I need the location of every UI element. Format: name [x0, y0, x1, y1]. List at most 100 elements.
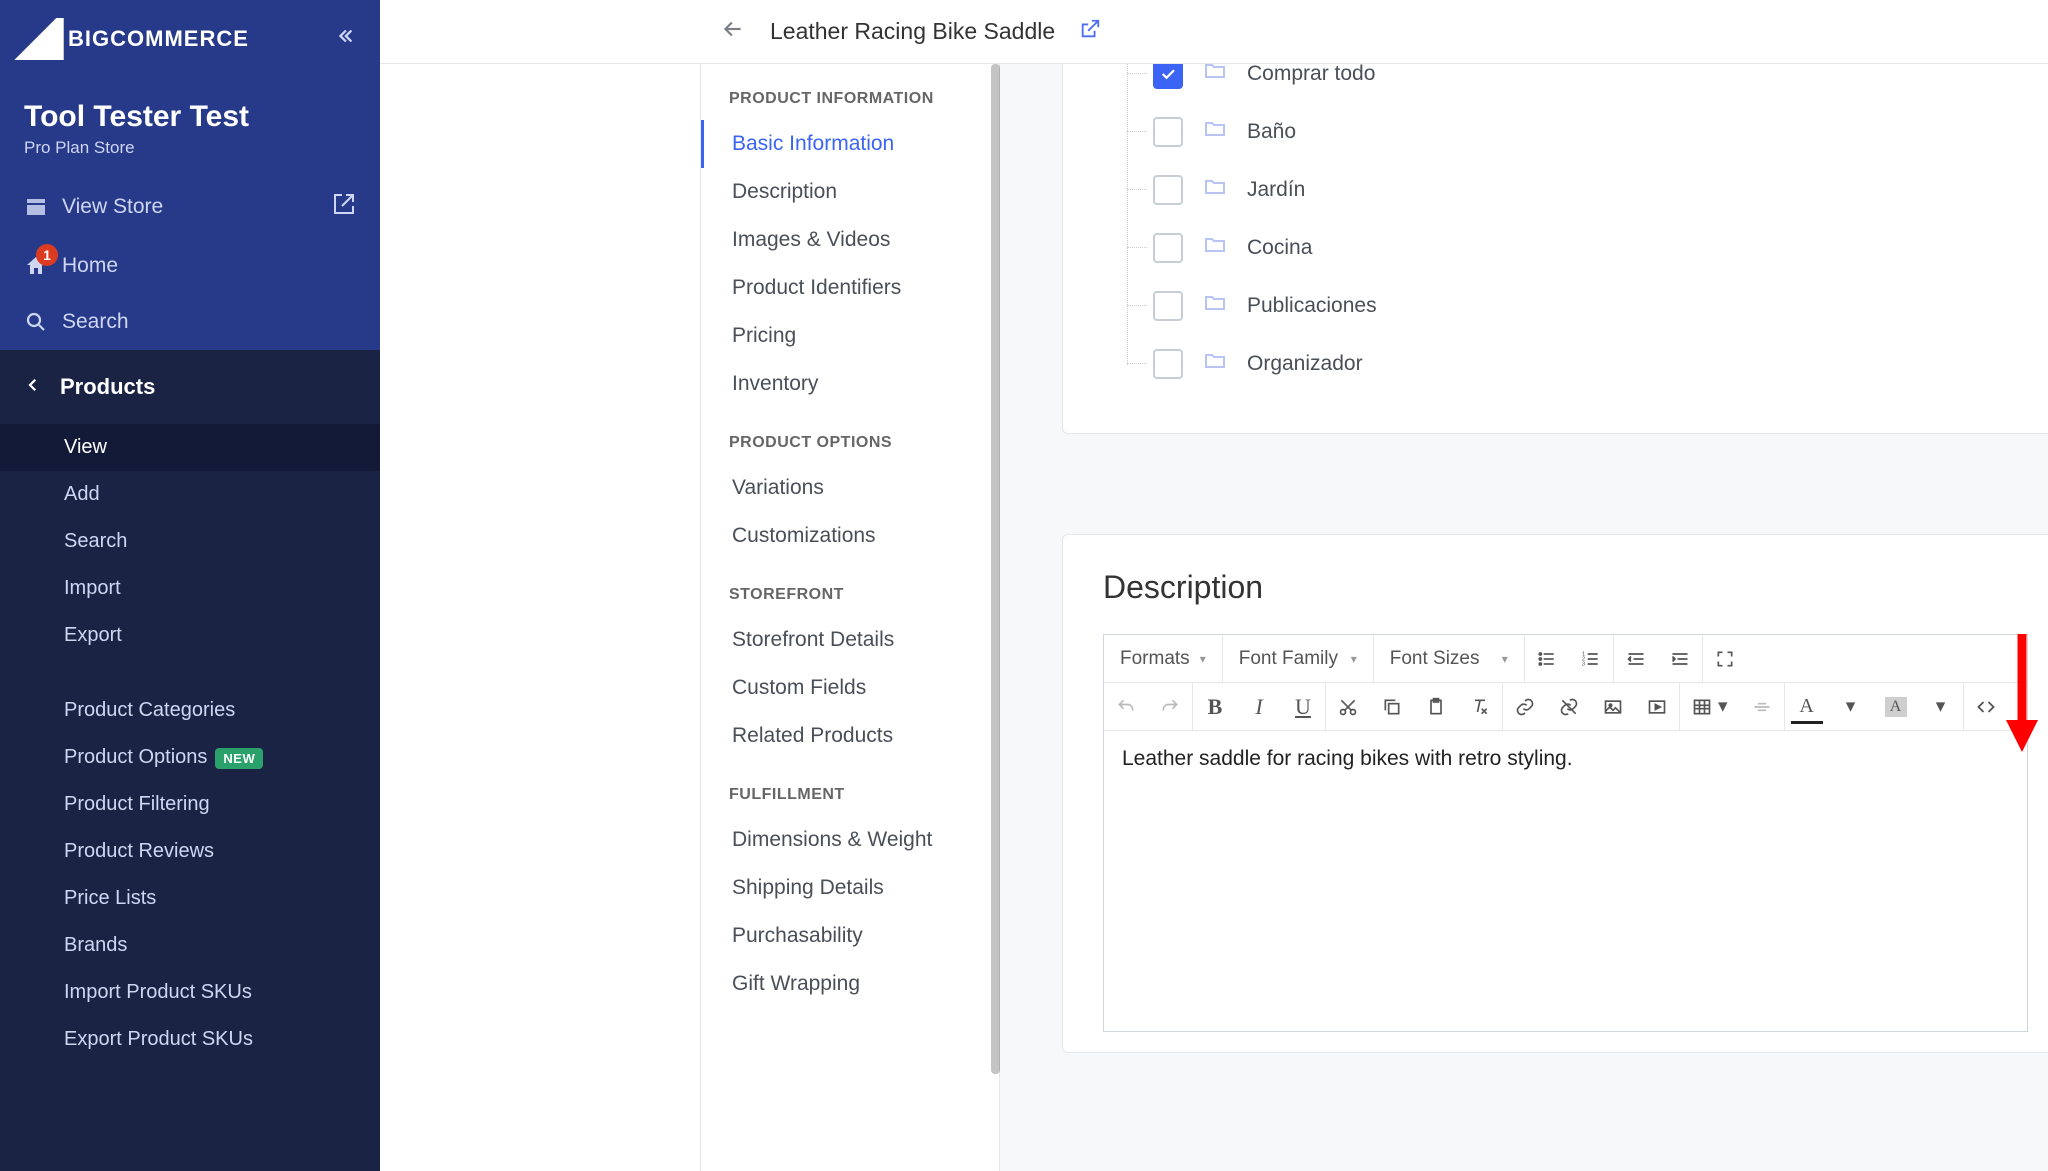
brand-logo[interactable]: BIGCOMMERCE: [14, 18, 249, 60]
font-family-dropdown[interactable]: Font Family▾: [1223, 635, 1373, 682]
category-row: Comprar todo: [1153, 64, 2018, 103]
background-color-icon[interactable]: A: [1873, 683, 1919, 730]
sidebar-item-search[interactable]: Search: [0, 294, 380, 350]
folder-icon: [1203, 117, 1227, 147]
toolbar-row-2: B I U: [1104, 683, 2027, 731]
product-nav-group-title: PRODUCT OPTIONS: [701, 428, 999, 464]
badge-new: NEW: [215, 748, 263, 769]
horizontal-rule-icon[interactable]: [1740, 683, 1784, 730]
main-content: Comprar todoBañoJardínCocinaPublicacione…: [1000, 64, 2048, 1171]
category-checkbox[interactable]: [1153, 291, 1183, 321]
formats-dropdown[interactable]: Formats▾: [1104, 635, 1222, 682]
product-nav-item[interactable]: Shipping Details: [701, 864, 999, 912]
product-nav-item[interactable]: Storefront Details: [701, 616, 999, 664]
numbered-list-icon[interactable]: 123: [1569, 635, 1613, 682]
sidebar-sub-item[interactable]: Brands: [0, 922, 380, 969]
external-link-icon: [332, 192, 356, 222]
text-color-caret[interactable]: ▾: [1829, 683, 1873, 730]
categories-card: Comprar todoBañoJardínCocinaPublicacione…: [1062, 64, 2048, 434]
back-arrow-icon[interactable]: [720, 16, 746, 48]
sidebar-sub-item[interactable]: View: [0, 424, 380, 471]
sidebar-sub-item[interactable]: Add: [0, 471, 380, 518]
clear-formatting-icon[interactable]: [1458, 683, 1502, 730]
topbar: Leather Racing Bike Saddle: [380, 0, 2048, 64]
sidebar-sub-item[interactable]: Import: [0, 565, 380, 612]
product-nav-scrollbar[interactable]: [991, 64, 1000, 1124]
product-nav-group-title: STOREFRONT: [701, 580, 999, 616]
sidebar-item-label: Home: [62, 254, 118, 278]
undo-icon[interactable]: [1104, 683, 1148, 730]
description-heading: Description: [1103, 569, 2028, 606]
redo-icon[interactable]: [1148, 683, 1192, 730]
open-external-icon[interactable]: [1079, 18, 1101, 46]
sidebar-sub-item[interactable]: Import Product SKUs: [0, 969, 380, 1016]
folder-icon: [1203, 175, 1227, 205]
product-nav-item[interactable]: Related Products: [701, 712, 999, 760]
sidebar-sub-item[interactable]: Price Lists: [0, 875, 380, 922]
italic-icon[interactable]: I: [1237, 683, 1281, 730]
page-title: Leather Racing Bike Saddle: [770, 18, 1055, 45]
store-plan: Pro Plan Store: [24, 138, 356, 158]
link-icon[interactable]: [1503, 683, 1547, 730]
sidebar-sub-item[interactable]: Product Filtering: [0, 781, 380, 828]
product-nav: PRODUCT INFORMATIONBasic InformationDesc…: [700, 64, 1000, 1171]
category-label: Comprar todo: [1247, 64, 1375, 86]
category-checkbox[interactable]: [1153, 117, 1183, 147]
store-block: Tool Tester Test Pro Plan Store: [0, 70, 380, 176]
insert-table-icon[interactable]: ▾: [1680, 683, 1740, 730]
folder-icon: [1203, 349, 1227, 379]
outdent-icon[interactable]: [1614, 635, 1658, 682]
product-nav-item[interactable]: Gift Wrapping: [701, 960, 999, 1008]
product-nav-item[interactable]: Pricing: [701, 312, 999, 360]
underline-icon[interactable]: U: [1281, 683, 1325, 730]
unlink-icon[interactable]: [1547, 683, 1591, 730]
text-color-icon[interactable]: A: [1785, 683, 1829, 730]
insert-video-icon[interactable]: [1635, 683, 1679, 730]
cut-icon[interactable]: [1326, 683, 1370, 730]
description-textarea[interactable]: Leather saddle for racing bikes with ret…: [1104, 731, 2027, 1031]
sidebar-back-products[interactable]: Products: [0, 350, 380, 424]
product-nav-item[interactable]: Basic Information: [701, 120, 999, 168]
font-sizes-dropdown[interactable]: Font Sizes▾: [1374, 635, 1524, 682]
source-code-icon[interactable]: [1964, 683, 2008, 730]
insert-image-icon[interactable]: [1591, 683, 1635, 730]
sidebar-sub-item[interactable]: Export Product SKUs: [0, 1016, 380, 1063]
sidebar-item-view-store[interactable]: View Store: [0, 176, 380, 238]
copy-icon[interactable]: [1370, 683, 1414, 730]
product-nav-item[interactable]: Customizations: [701, 512, 999, 560]
product-nav-item[interactable]: Product Identifiers: [701, 264, 999, 312]
background-color-caret[interactable]: ▾: [1919, 683, 1963, 730]
fullscreen-icon[interactable]: [1703, 635, 1747, 682]
indent-icon[interactable]: [1658, 635, 1702, 682]
category-row: Baño: [1153, 103, 2018, 161]
product-nav-item[interactable]: Images & Videos: [701, 216, 999, 264]
folder-icon: [1203, 64, 1227, 89]
product-nav-item[interactable]: Inventory: [701, 360, 999, 408]
sidebar-item-home[interactable]: Home 1: [0, 238, 380, 294]
product-nav-item[interactable]: Variations: [701, 464, 999, 512]
sidebar-sub-item[interactable]: Export: [0, 612, 380, 659]
paste-icon[interactable]: [1414, 683, 1458, 730]
category-checkbox[interactable]: [1153, 64, 1183, 89]
bold-icon[interactable]: B: [1193, 683, 1237, 730]
rich-text-editor: Formats▾ Font Family▾ Font Sizes▾ 123: [1103, 634, 2028, 1032]
collapse-sidebar-icon[interactable]: [334, 25, 356, 53]
bullet-list-icon[interactable]: [1525, 635, 1569, 682]
product-nav-item[interactable]: Dimensions & Weight: [701, 816, 999, 864]
category-label: Jardín: [1247, 178, 1305, 202]
category-row: Jardín: [1153, 161, 2018, 219]
sidebar-sub-item[interactable]: Product OptionsNEW: [0, 734, 380, 781]
product-nav-item[interactable]: Description: [701, 168, 999, 216]
sidebar-sub-item[interactable]: Product Categories: [0, 687, 380, 734]
category-checkbox[interactable]: [1153, 233, 1183, 263]
folder-icon: [1203, 233, 1227, 263]
brand-name: BIGCOMMERCE: [68, 26, 249, 52]
sidebar-sub-item[interactable]: Search: [0, 518, 380, 565]
category-checkbox[interactable]: [1153, 349, 1183, 379]
product-nav-item[interactable]: Custom Fields: [701, 664, 999, 712]
sidebar-sub-item[interactable]: Product Reviews: [0, 828, 380, 875]
svg-text:3: 3: [1582, 661, 1585, 667]
category-checkbox[interactable]: [1153, 175, 1183, 205]
category-label: Publicaciones: [1247, 294, 1377, 318]
product-nav-item[interactable]: Purchasability: [701, 912, 999, 960]
